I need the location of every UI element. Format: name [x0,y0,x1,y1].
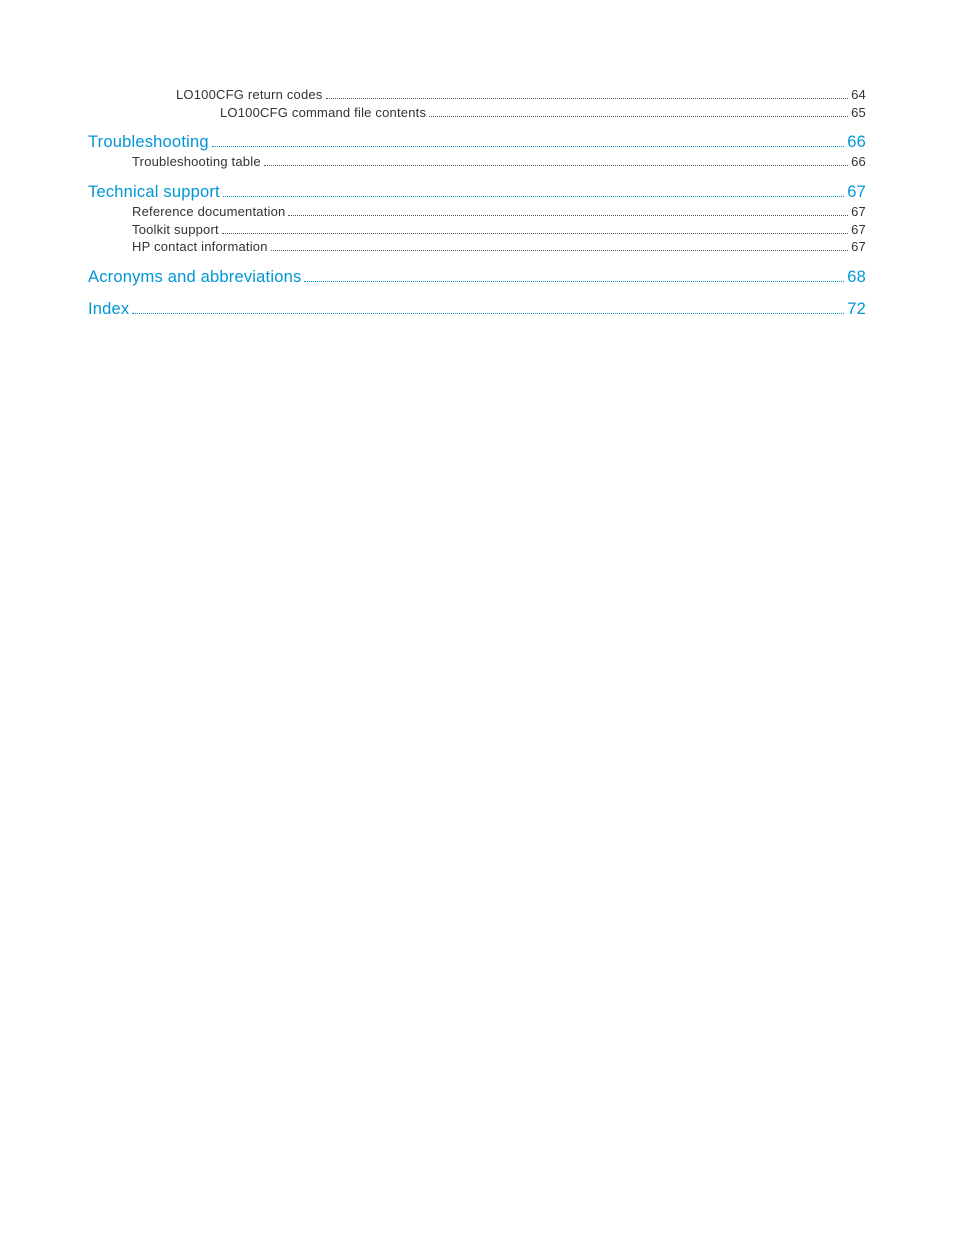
toc-leader-dots [304,268,844,282]
toc-entry-page: 67 [851,221,866,239]
toc-leader-dots [288,205,848,216]
toc-entry: LO100CFG return codes 64 [176,86,866,104]
toc-entry-page: 65 [851,104,866,122]
toc-group: Technical support67Reference documentati… [88,181,866,256]
toc-entry-label: Acronyms and abbreviations [88,266,301,288]
toc-leader-dots [223,183,844,197]
toc-group: Index 72 [88,298,866,320]
toc-entry-page: 67 [847,181,866,203]
toc-leader-dots [222,222,848,233]
toc-entry-label: Technical support [88,181,220,203]
toc-entry-page: 66 [847,131,866,153]
toc-entry-link[interactable]: Acronyms and abbreviations 68 [88,266,866,288]
toc-leader-dots [326,88,849,99]
toc-leader-dots [264,155,848,166]
toc-entry-label: HP contact information [132,238,268,256]
toc-entry-page: 64 [851,86,866,104]
toc-entry-label: LO100CFG return codes [176,86,323,104]
toc-entry-page: 68 [847,266,866,288]
toc-entry-label: Troubleshooting [88,131,209,153]
toc-entry-label: Reference documentation [132,203,285,221]
toc-entry: Troubleshooting table 66 [132,153,866,171]
toc-entry: Toolkit support 67 [132,221,866,239]
toc-leader-dots [271,240,848,251]
toc-leader-dots [212,133,845,147]
toc-entry: LO100CFG command file contents 65 [220,104,866,122]
toc-entry-label: Troubleshooting table [132,153,261,171]
toc-entry-label: Index [88,298,129,320]
toc-entry: Reference documentation 67 [132,203,866,221]
toc-entry-link[interactable]: Troubleshooting 66 [88,131,866,153]
table-of-contents: LO100CFG return codes64LO100CFG command … [88,86,866,320]
toc-entry-page: 72 [847,298,866,320]
toc-leader-dots [429,105,848,116]
toc-entry-page: 66 [851,153,866,171]
toc-entry-page: 67 [851,238,866,256]
toc-leader-dots [132,300,844,314]
toc-entry-link[interactable]: Technical support 67 [88,181,866,203]
toc-group: LO100CFG return codes64LO100CFG command … [88,86,866,121]
toc-entry-page: 67 [851,203,866,221]
toc-entry-label: Toolkit support [132,221,219,239]
toc-group: Acronyms and abbreviations 68 [88,266,866,288]
toc-entry-label: LO100CFG command file contents [220,104,426,122]
toc-group: Troubleshooting 66 Troubleshooting table 66 [88,131,866,171]
document-page: LO100CFG return codes64LO100CFG command … [0,0,954,1235]
toc-entry: HP contact information 67 [132,238,866,256]
toc-entry-link[interactable]: Index 72 [88,298,866,320]
